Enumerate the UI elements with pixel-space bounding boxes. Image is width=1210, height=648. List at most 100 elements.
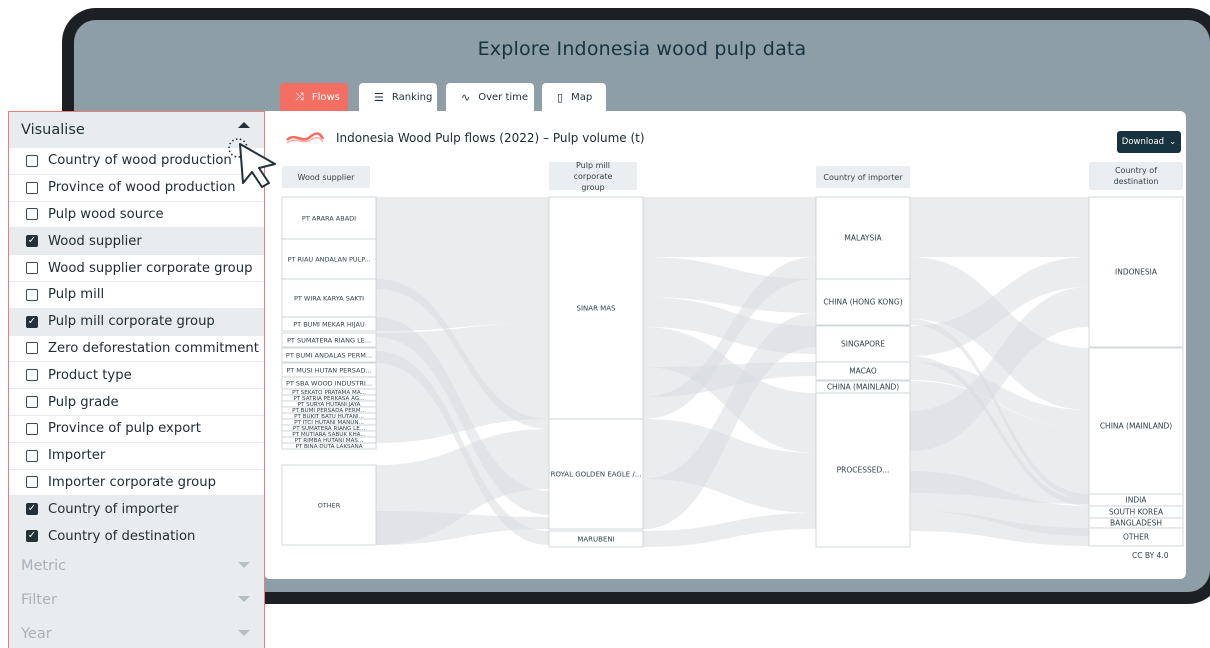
visualise-option[interactable]: ✓ Pulp mill corporate group — [9, 308, 264, 336]
sankey-node-label: MARUBENI — [577, 536, 614, 544]
checkbox-icon[interactable] — [26, 422, 38, 435]
sankey-node-label: PT SBA WOOD INDUSTRI... — [286, 380, 372, 388]
sankey-node-label: PT BINA DUTA LAKSANA — [295, 444, 362, 450]
sankey-node-label: ROYAL GOLDEN EAGLE /... — [551, 471, 642, 479]
tab-map-label: Map — [571, 91, 593, 103]
sankey-node-label: SINAR MAS — [577, 305, 616, 313]
visualise-option-label: Pulp wood source — [48, 206, 164, 222]
sankey-flow[interactable] — [376, 197, 549, 239]
visualise-option-label: Importer corporate group — [48, 474, 216, 490]
tab-ranking[interactable]: ☰ Ranking — [359, 83, 437, 111]
sankey-node-label: SINGAPORE — [841, 340, 885, 349]
visualise-title: Visualise — [21, 122, 85, 138]
filter-section-header[interactable]: Filter — [9, 583, 264, 617]
visualise-option[interactable]: Wood supplier corporate group — [9, 255, 264, 282]
checkbox-icon[interactable] — [26, 208, 38, 221]
visualise-option-label: Country of wood production — [48, 153, 232, 169]
sankey-node-label: OTHER — [318, 502, 341, 510]
map-icon: ▯ — [557, 90, 564, 104]
visualise-option-label: Pulp mill corporate group — [48, 314, 215, 330]
year-title: Year — [21, 626, 52, 642]
metric-title: Metric — [21, 558, 67, 574]
sankey-flow[interactable] — [376, 511, 549, 545]
visualise-panel: Visualise Country of wood production Prov… — [8, 111, 265, 648]
checkbox-icon[interactable] — [26, 476, 38, 489]
sankey-node-label: PT SUMATERA RIANG LE... — [287, 337, 371, 345]
sankey-node-label: PT RIAU ANDALAN PULP... — [288, 256, 371, 264]
tab-over-time[interactable]: ∿ Over time — [446, 83, 534, 111]
sankey-node-label: CHINA (MAINLAND) — [1100, 422, 1172, 431]
checkbox-icon[interactable] — [26, 449, 38, 462]
visualise-option[interactable]: Pulp grade — [9, 389, 264, 416]
visualise-option-label: Wood supplier corporate group — [48, 260, 253, 276]
visualise-option-label: Importer — [48, 448, 106, 464]
visualise-option[interactable]: Pulp wood source — [9, 202, 264, 229]
sankey-node-label: INDONESIA — [1115, 268, 1158, 277]
visualise-option-label: Country of importer — [48, 501, 179, 517]
pointer-cursor-icon — [228, 138, 276, 188]
visualise-option[interactable]: ✓ Wood supplier — [9, 228, 264, 256]
trend-icon: ∿ — [461, 90, 471, 104]
visualise-option[interactable]: Importer corporate group — [9, 470, 264, 497]
tab-flows-label: Flows — [311, 91, 340, 103]
sankey-node-label: PT WIRA KARYA SAKTI — [294, 295, 364, 303]
checkbox-icon[interactable] — [26, 369, 38, 382]
flows-icon: ⤨ — [295, 90, 304, 103]
chevron-down-icon — [238, 562, 250, 568]
license-note: CC BY 4.0 — [1132, 551, 1169, 560]
visualise-option-label: Zero deforestation commitment — [48, 340, 259, 356]
tab-map[interactable]: ▯ Map — [542, 83, 606, 111]
metric-section-header[interactable]: Metric — [9, 549, 264, 583]
stage: Explore Indonesia wood pulp data ⤨ Flows… — [0, 0, 1210, 648]
visualise-option-label: Product type — [48, 367, 132, 383]
visualise-option-label: Pulp mill — [48, 287, 105, 303]
checkbox-checked-icon[interactable]: ✓ — [26, 315, 38, 328]
sankey-node-label: BANGLADESH — [1110, 519, 1162, 528]
sankey-node-label: PT ARARA ABADI — [302, 215, 356, 223]
sankey-flow[interactable] — [376, 239, 549, 279]
tab-flows[interactable]: ⤨ Flows — [280, 83, 348, 111]
visualise-option-label: Province of pulp export — [48, 421, 201, 437]
tab-over-time-label: Over time — [478, 91, 529, 103]
checkbox-checked-icon[interactable]: ✓ — [26, 530, 38, 543]
checkbox-icon[interactable] — [26, 181, 38, 194]
year-section-header[interactable]: Year — [9, 617, 264, 648]
visualise-option[interactable]: Product type — [9, 362, 264, 390]
checkbox-checked-icon[interactable]: ✓ — [26, 235, 38, 248]
sankey-node-label: OTHER — [1123, 533, 1149, 542]
sankey-node-label: PT MUSI HUTAN PERSAD... — [286, 367, 371, 375]
sankey-node-label: SOUTH KOREA — [1109, 508, 1164, 517]
checkbox-icon[interactable] — [26, 262, 38, 275]
visualise-option[interactable]: Pulp mill — [9, 282, 264, 309]
ranking-icon: ☰ — [374, 90, 384, 104]
chevron-down-icon — [238, 630, 250, 636]
checkbox-icon[interactable] — [26, 288, 38, 301]
visualise-option[interactable]: Province of pulp export — [9, 416, 264, 443]
visualise-option-label: Province of wood production — [48, 180, 236, 196]
sankey-node-label: PT BUMI ANDALAS PERM... — [286, 352, 372, 360]
sankey-flow[interactable] — [643, 197, 816, 257]
sankey-node-label: INDIA — [1126, 496, 1148, 505]
chevron-down-icon — [238, 596, 250, 602]
visualise-option-label: Country of destination — [48, 528, 196, 544]
sankey-node-label: CHINA (MAINLAND) — [827, 383, 899, 392]
checkbox-icon[interactable] — [26, 396, 38, 409]
checkbox-icon[interactable] — [26, 154, 38, 167]
chevron-up-icon — [238, 122, 250, 128]
app-title: Explore Indonesia wood pulp data — [477, 38, 807, 60]
sankey-node-label: MACAO — [849, 367, 877, 376]
visualise-option[interactable]: ✓ Country of importer — [9, 496, 264, 524]
visualise-option[interactable]: Zero deforestation commitment — [9, 336, 264, 363]
filter-title: Filter — [21, 592, 57, 608]
checkbox-checked-icon[interactable]: ✓ — [26, 503, 38, 516]
sankey-node-label: MALAYSIA — [844, 234, 882, 243]
flows-chart-card: Indonesia Wood Pulp flows (2022) – Pulp … — [264, 111, 1186, 579]
visualise-option[interactable]: Importer — [9, 443, 264, 470]
sankey-node-label: PROCESSED... — [837, 466, 890, 475]
sankey-flow[interactable] — [910, 197, 1089, 257]
sankey-node-label: CHINA (HONG KONG) — [823, 298, 902, 307]
visualise-option[interactable]: ✓ Country of destination — [9, 523, 264, 550]
sankey-diagram: PT ARARA ABADI PT RIAU ANDALAN PULP... PT … — [281, 196, 1184, 548]
sankey-node-label: PT BUMI MEKAR HIJAU — [293, 321, 365, 329]
checkbox-icon[interactable] — [26, 342, 38, 355]
